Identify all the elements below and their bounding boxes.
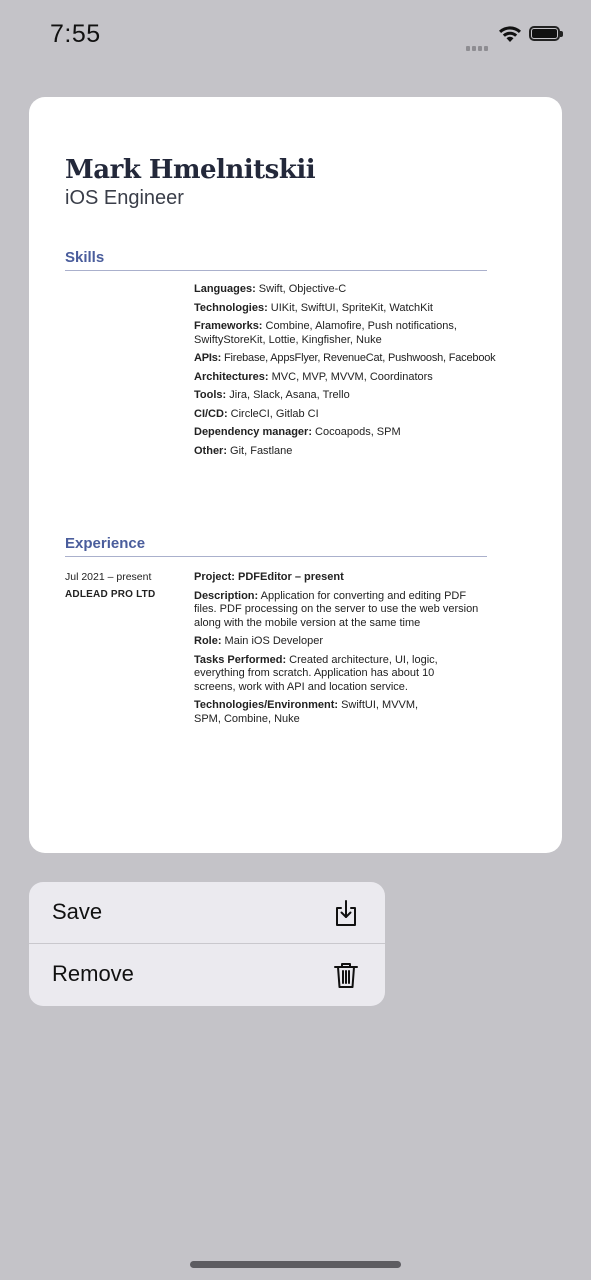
skill-row: Other: Git, Fastlane	[194, 444, 293, 457]
context-menu: Save Remove	[29, 882, 385, 1006]
skill-row: Dependency manager: Cocoapods, SPM	[194, 426, 401, 438]
experience-section-title: Experience	[65, 535, 146, 552]
remove-menu-item[interactable]: Remove	[29, 944, 385, 1006]
skill-row: Frameworks: Combine, Alamofire, Push not…	[194, 320, 457, 346]
wifi-icon	[497, 24, 523, 49]
status-time: 7:55	[50, 20, 101, 48]
trash-icon	[333, 961, 359, 994]
home-indicator[interactable]	[190, 1261, 401, 1268]
experience-company: ADLEAD PRO LTD	[65, 589, 156, 600]
skill-row: Architectures: MVC, MVP, MVVM, Coordinat…	[194, 370, 433, 383]
resume-preview-card[interactable]: Mark Hmelnitskii iOS Engineer Skills Lan…	[29, 97, 562, 853]
experience-meta: Jul 2021 – present ADLEAD PRO LTD	[65, 571, 155, 600]
experience-detail-row: Description: Application for converting …	[194, 589, 479, 629]
save-label: Save	[52, 899, 103, 924]
experience-section-divider	[65, 556, 487, 557]
experience-project: Project: PDFEditor – present	[194, 571, 344, 583]
resume-role: iOS Engineer	[65, 187, 184, 209]
remove-label: Remove	[52, 961, 134, 986]
skill-row: APIs: Firebase, AppsFlyer, RevenueCat, P…	[194, 352, 496, 364]
experience-detail-row: Tasks Performed: Created architecture, U…	[194, 653, 438, 693]
resume-name: Mark Hmelnitskii	[65, 155, 316, 185]
skills-list: Languages: Swift, Objective-C Technologi…	[194, 283, 534, 463]
experience-details: Project: PDFEditor – present Description…	[194, 571, 484, 731]
skill-row: Tools: Jira, Slack, Asana, Trello	[194, 389, 350, 401]
skill-row: Languages: Swift, Objective-C	[194, 283, 347, 295]
cellular-signal-icon	[466, 38, 490, 56]
skill-row: CI/CD: CircleCI, Gitlab CI	[194, 407, 319, 420]
skill-row: Technologies: UIKit, SwiftUI, SpriteKit,…	[194, 301, 433, 314]
experience-period: Jul 2021 – present	[65, 571, 152, 583]
skills-section-title: Skills	[65, 249, 105, 266]
battery-icon	[529, 26, 563, 41]
square-and-arrow-down-icon	[333, 899, 359, 932]
save-menu-item[interactable]: Save	[29, 882, 385, 944]
experience-detail-row: Technologies/Environment: SwiftUI, MVVM,…	[194, 699, 419, 725]
skills-section-divider	[65, 270, 487, 271]
status-bar: 7:55	[0, 0, 591, 70]
experience-detail-row: Role: Main iOS Developer	[194, 635, 323, 647]
